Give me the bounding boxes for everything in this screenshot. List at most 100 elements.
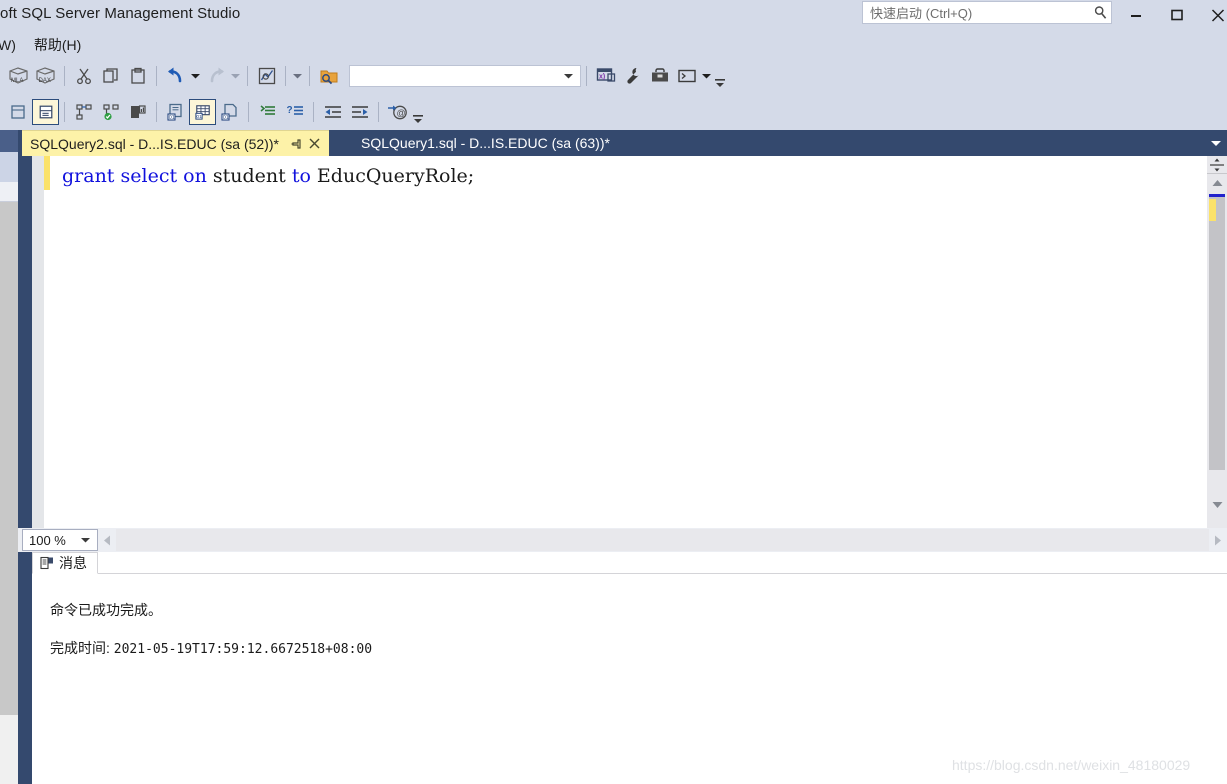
console-dropdown-icon[interactable] <box>700 64 713 88</box>
toolbar-overflow-icon[interactable] <box>411 99 424 125</box>
maximize-button[interactable] <box>1156 0 1197 30</box>
separator <box>586 66 587 86</box>
split-editor-icon[interactable] <box>1207 156 1227 174</box>
undo-icon[interactable] <box>162 63 189 89</box>
sql-keyword-to: to <box>291 165 311 187</box>
completion-time-value: 2021-05-19T17:59:12.6672518+08:00 <box>113 642 373 657</box>
close-icon[interactable] <box>307 135 323 153</box>
toolbar-overflow-icon[interactable] <box>713 63 726 89</box>
comment-lines-icon[interactable] <box>254 99 281 125</box>
separator <box>247 66 248 86</box>
scrollbar-caret-marker <box>1209 194 1225 197</box>
quick-launch-placeholder: 快速启动 (Ctrl+Q) <box>870 6 973 21</box>
svg-text:MLA: MLA <box>11 78 23 84</box>
results-tab-strip: 消息 <box>32 552 1227 574</box>
menu-bar: W) 帮助(H) <box>0 32 1227 58</box>
separator <box>64 102 65 122</box>
sql-identifier-student: student <box>206 165 292 187</box>
left-panel-tab-header[interactable] <box>0 130 18 152</box>
chevron-down-icon <box>81 537 97 543</box>
toolbox-icon[interactable] <box>646 63 673 89</box>
separator <box>156 66 157 86</box>
close-button[interactable] <box>1197 0 1227 30</box>
editor-text-area[interactable]: grant select on student to EducQueryRole… <box>50 156 1227 528</box>
separator <box>285 66 286 86</box>
messages-icon <box>39 555 55 571</box>
menu-item-help[interactable]: 帮助(H) <box>25 33 90 57</box>
left-panel-toolbar[interactable] <box>0 182 18 202</box>
scroll-up-button[interactable] <box>1207 174 1227 192</box>
tab-sqlquery2[interactable]: SQLQuery2.sql - D...IS.EDUC (sa (52))* <box>22 130 329 156</box>
properties-wrench-icon[interactable] <box>619 63 646 89</box>
zoom-level-combo[interactable]: 100 % <box>22 529 98 551</box>
results-to-text-icon[interactable] <box>32 99 59 125</box>
minimize-button[interactable] <box>1115 0 1156 30</box>
scrollbar-change-marker <box>1209 199 1216 221</box>
tab-label: SQLQuery1.sql - D...IS.EDUC (sa (63))* <box>361 135 610 151</box>
undo-dropdown-icon[interactable] <box>189 64 202 88</box>
editor-vertical-scrollbar[interactable] <box>1207 156 1227 528</box>
paste-icon[interactable] <box>124 63 151 89</box>
specify-values-icon[interactable]: @ <box>384 99 411 125</box>
decrease-indent-icon[interactable] <box>319 99 346 125</box>
scroll-down-button[interactable] <box>1207 496 1227 514</box>
pin-icon[interactable] <box>289 135 305 153</box>
watermark: https://blog.csdn.net/weixin_48180029 <box>952 757 1191 773</box>
svg-text:DAX: DAX <box>38 78 50 84</box>
uncomment-lines-icon[interactable]: ? <box>281 99 308 125</box>
results-panel: 消息 命令已成功完成。 完成时间: 2021-05-19T17:59:12.66… <box>32 552 1227 784</box>
messages-output[interactable]: 命令已成功完成。 完成时间: 2021-05-19T17:59:12.66725… <box>32 574 1227 784</box>
message-line-completion-time: 完成时间: 2021-05-19T17:59:12.6672518+08:00 <box>50 638 372 658</box>
object-explorer-icon[interactable]: x) <box>592 63 619 89</box>
include-actual-plan-icon[interactable] <box>70 99 97 125</box>
completion-time-label: 完成时间: <box>50 640 114 656</box>
svg-text:01: 01 <box>168 115 174 121</box>
quick-launch-input[interactable]: 快速启动 (Ctrl+Q) <box>862 1 1112 24</box>
redo-icon[interactable] <box>202 63 229 89</box>
sql-keyword-select: select <box>120 165 178 187</box>
increase-indent-icon[interactable] <box>346 99 373 125</box>
results-to-file2-icon[interactable]: 01 <box>216 99 243 125</box>
scroll-right-button[interactable] <box>1209 529 1227 551</box>
mla-query-icon[interactable]: MLA <box>5 63 32 89</box>
sql-editor[interactable]: grant select on student to EducQueryRole… <box>32 156 1227 528</box>
include-live-plan-icon[interactable] <box>97 99 124 125</box>
copy-icon[interactable] <box>97 63 124 89</box>
left-panel-body-lower <box>0 715 18 784</box>
results-to-grid-icon[interactable] <box>5 99 32 125</box>
sql-keyword-grant: grant <box>62 165 115 187</box>
scrollbar-track[interactable] <box>1207 192 1227 492</box>
menu-item-window[interactable]: W) <box>0 35 25 55</box>
include-client-statistics-icon[interactable] <box>124 99 151 125</box>
search-icon[interactable] <box>1089 2 1111 23</box>
scroll-left-button[interactable] <box>98 529 116 551</box>
tab-messages[interactable]: 消息 <box>32 552 98 574</box>
toolbar-dropdown-icon[interactable] <box>291 64 304 88</box>
redo-dropdown-icon[interactable] <box>229 64 242 88</box>
tab-label: SQLQuery2.sql - D...IS.EDUC (sa (52))* <box>30 135 279 152</box>
separator <box>248 102 249 122</box>
svg-text:@: @ <box>396 108 405 118</box>
horizontal-scrollbar-track[interactable] <box>116 529 1209 551</box>
results-tab-label: 消息 <box>59 555 87 571</box>
left-panel-title <box>0 152 18 182</box>
results-to-grid2-icon[interactable]: 01 <box>189 99 216 125</box>
results-to-file-icon[interactable]: 01 <box>162 99 189 125</box>
left-panel-sliver <box>0 130 18 784</box>
editor-gutter <box>32 156 44 528</box>
separator <box>64 66 65 86</box>
console-icon[interactable] <box>673 63 700 89</box>
cut-icon[interactable] <box>70 63 97 89</box>
separator <box>378 102 379 122</box>
scrollbar-thumb[interactable] <box>1209 194 1225 470</box>
message-line-success: 命令已成功完成。 <box>50 602 162 618</box>
tab-sqlquery1[interactable]: SQLQuery1.sql - D...IS.EDUC (sa (63))* <box>353 130 616 156</box>
separator <box>309 66 310 86</box>
find-in-files-icon[interactable] <box>315 63 342 89</box>
dax-query-icon[interactable]: DAX <box>32 63 59 89</box>
svg-text:01: 01 <box>222 115 228 121</box>
execution-plan-icon[interactable] <box>253 63 280 89</box>
title-bar: oft SQL Server Management Studio 快速启动 (C… <box>0 0 1227 32</box>
tab-list-dropdown-icon[interactable] <box>1207 134 1225 152</box>
database-combo[interactable] <box>349 65 581 87</box>
